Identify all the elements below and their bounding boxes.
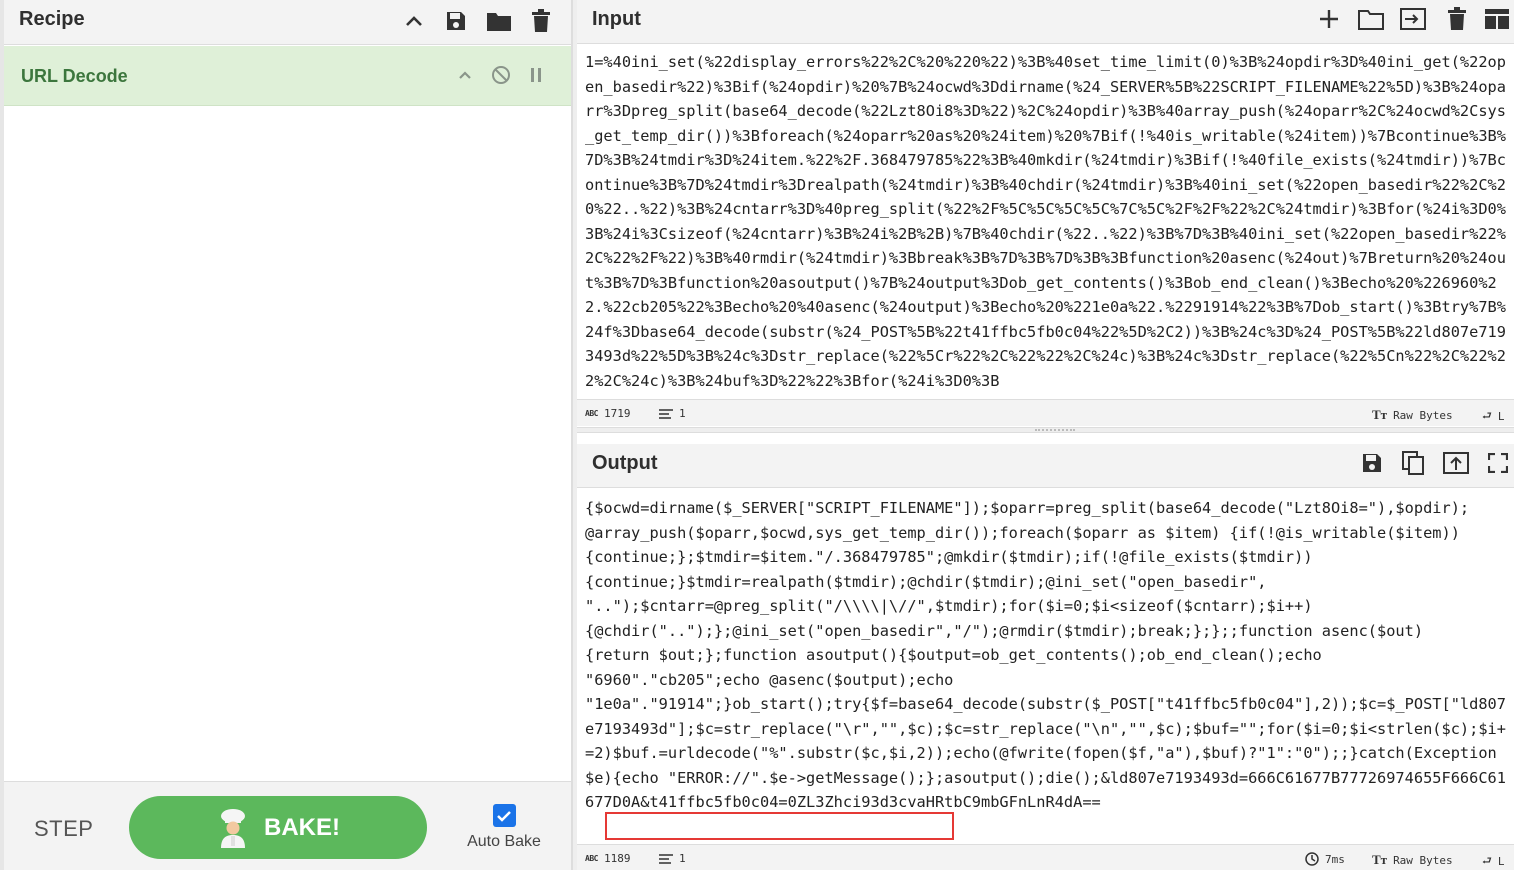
bake-time-info: 7ms (1305, 852, 1345, 866)
io-panel: Input 1=%40ini_set(%22display_errors%22%… (577, 0, 1514, 870)
clear-input-trash-icon[interactable] (1442, 4, 1472, 34)
abc-icon: ABC (585, 409, 598, 418)
input-textarea[interactable]: 1=%40ini_set(%22display_errors%22%2C%20%… (577, 50, 1514, 395)
bake-label: BAKE! (264, 813, 340, 841)
io-split-handle[interactable] (577, 427, 1514, 433)
text-encoding-icon: Tт (1372, 852, 1388, 867)
clear-recipe-trash-icon[interactable] (526, 6, 556, 36)
operation-name: URL Decode (21, 66, 128, 86)
lines-icon (659, 853, 673, 864)
input-title: Input (592, 8, 641, 30)
disable-operation-icon[interactable] (488, 62, 514, 88)
auto-bake-checkbox[interactable] (492, 804, 516, 827)
output-eol-selector[interactable]: ⮐ L (1482, 852, 1505, 870)
controls-bar: STEP BAKE! Auto Bake (4, 781, 571, 870)
recipe-header: Recipe (4, 0, 571, 45)
output-length-info: ABC 1189 (585, 852, 630, 865)
add-input-tab-plus-icon[interactable] (1314, 4, 1344, 34)
open-file-icon[interactable] (1398, 4, 1428, 34)
output-lines-info: 1 (659, 852, 686, 865)
copy-output-icon[interactable] (1398, 448, 1428, 478)
save-output-icon[interactable] (1357, 448, 1387, 478)
input-status-bar: ABC 1719 1 Tт Raw Bytes ⮐ L (577, 399, 1514, 426)
clock-icon (1305, 852, 1319, 866)
input-lines-info: 1 (659, 407, 686, 420)
input-eol: L (1497, 410, 1505, 423)
output-encoding: Raw Bytes (1393, 853, 1453, 867)
output-textarea[interactable]: {$ocwd=dirname($_SERVER["SCRIPT_FILENAME… (577, 496, 1514, 844)
auto-bake-toggle[interactable]: Auto Bake (464, 804, 544, 851)
cyberchef-app: Recipe URL Decode STEP BAKE! Auto Bake I… (0, 0, 1514, 870)
input-length-info: ABC 1719 (585, 407, 630, 420)
reset-layout-icon[interactable] (1482, 4, 1512, 34)
step-button[interactable]: STEP (34, 816, 93, 842)
output-status-bar: ABC 1189 1 7ms Tт Raw Bytes ⮐ L (577, 844, 1514, 870)
grip-dots (1035, 429, 1075, 431)
open-folder-icon[interactable] (1356, 4, 1386, 34)
maximise-output-icon[interactable] (1483, 448, 1513, 478)
abc-icon: ABC (585, 854, 598, 863)
replace-input-with-output-icon[interactable] (1441, 448, 1471, 478)
output-header: Output (577, 444, 1514, 488)
output-length: 1189 (603, 852, 631, 865)
bake-time: 7ms (1325, 852, 1345, 866)
collapse-chevron-icon[interactable] (452, 62, 478, 88)
recipe-operation-url-decode[interactable]: URL Decode (4, 46, 571, 106)
text-encoding-icon: Tт (1372, 407, 1388, 422)
save-recipe-icon[interactable] (441, 6, 471, 36)
return-arrow-icon: ⮐ (1482, 854, 1492, 867)
operations-panel-edge[interactable] (0, 0, 4, 870)
output-encoding-selector[interactable]: Tт Raw Bytes (1372, 852, 1453, 868)
chevron-up-icon[interactable] (399, 6, 429, 36)
auto-bake-label: Auto Bake (467, 833, 541, 850)
input-header: Input (577, 0, 1514, 44)
output-lines: 1 (679, 852, 686, 865)
input-lines: 1 (679, 407, 686, 420)
bake-button[interactable]: BAKE! (129, 796, 427, 859)
recipe-title: Recipe (19, 8, 85, 30)
breakpoint-pause-icon[interactable] (523, 62, 549, 88)
recipe-panel: Recipe URL Decode STEP BAKE! Auto Bake (0, 0, 572, 870)
chef-icon (221, 808, 245, 848)
output-title: Output (592, 452, 658, 474)
input-encoding: Raw Bytes (1393, 408, 1453, 422)
return-arrow-icon: ⮐ (1482, 409, 1492, 422)
input-encoding-selector[interactable]: Tт Raw Bytes (1372, 407, 1453, 423)
lines-icon (659, 408, 673, 419)
output-eol: L (1497, 855, 1505, 868)
input-eol-selector[interactable]: ⮐ L (1482, 407, 1505, 426)
input-length: 1719 (603, 407, 631, 420)
load-recipe-folder-icon[interactable] (484, 6, 514, 36)
